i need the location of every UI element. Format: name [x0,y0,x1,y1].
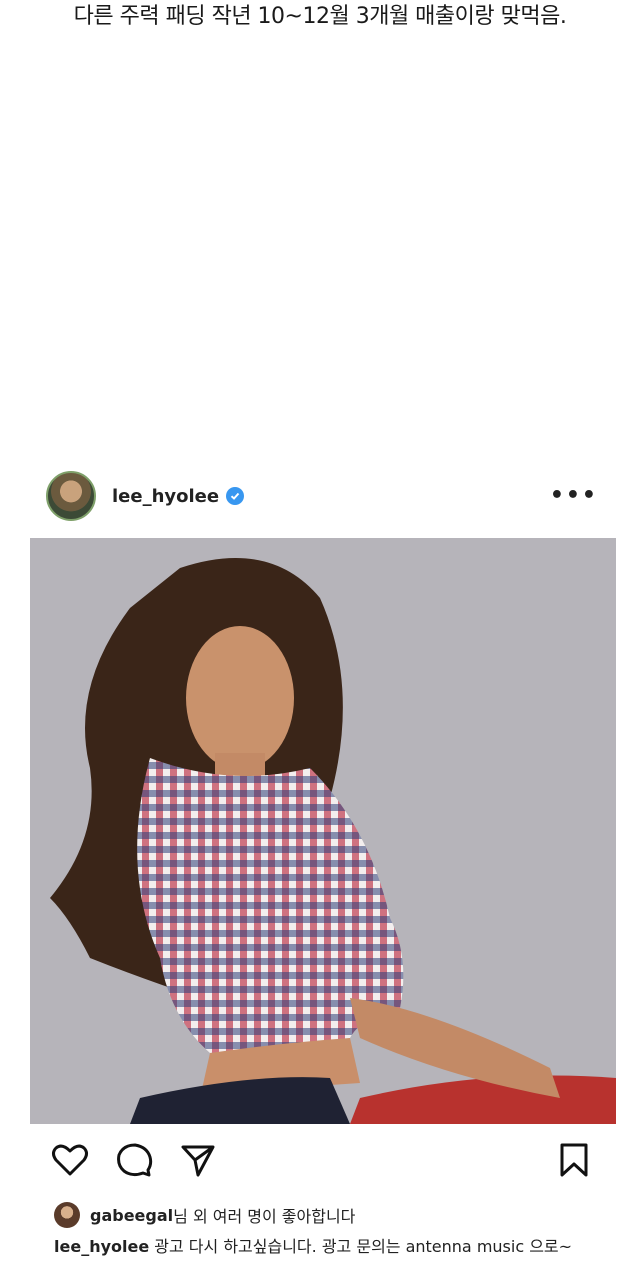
caption-text: 광고 다시 하고싶습니다. 광고 문의는 antenna music 으로~ [149,1237,573,1256]
post-photo[interactable] [30,538,616,1124]
more-options-button[interactable]: ••• [550,485,598,507]
post-username[interactable]: lee_hyolee [112,486,219,507]
liker-username[interactable]: gabeegal [90,1206,173,1225]
paper-plane-icon[interactable] [178,1140,218,1180]
headline-text: 다른 주력 패딩 작년 10~12월 3개월 매출이랑 맞먹음. [73,4,567,29]
likes-text: 님 외 여러 명이 좋아합니다 [173,1207,356,1226]
liker-avatar[interactable] [54,1202,80,1228]
post-header: lee_hyolee ••• [36,466,618,526]
profile-avatar[interactable] [46,471,96,521]
bookmark-icon[interactable] [554,1140,594,1180]
likes-summary: gabeegal 님 외 여러 명이 좋아합니다 [54,1200,355,1230]
caption-username[interactable]: lee_hyolee [54,1237,149,1256]
verified-badge-icon [226,487,245,505]
post-actions [50,1140,590,1184]
post-caption: lee_hyolee 광고 다시 하고싶습니다. 광고 문의는 antenna … [54,1236,614,1258]
comment-icon[interactable] [114,1140,154,1180]
heart-icon[interactable] [50,1140,90,1180]
